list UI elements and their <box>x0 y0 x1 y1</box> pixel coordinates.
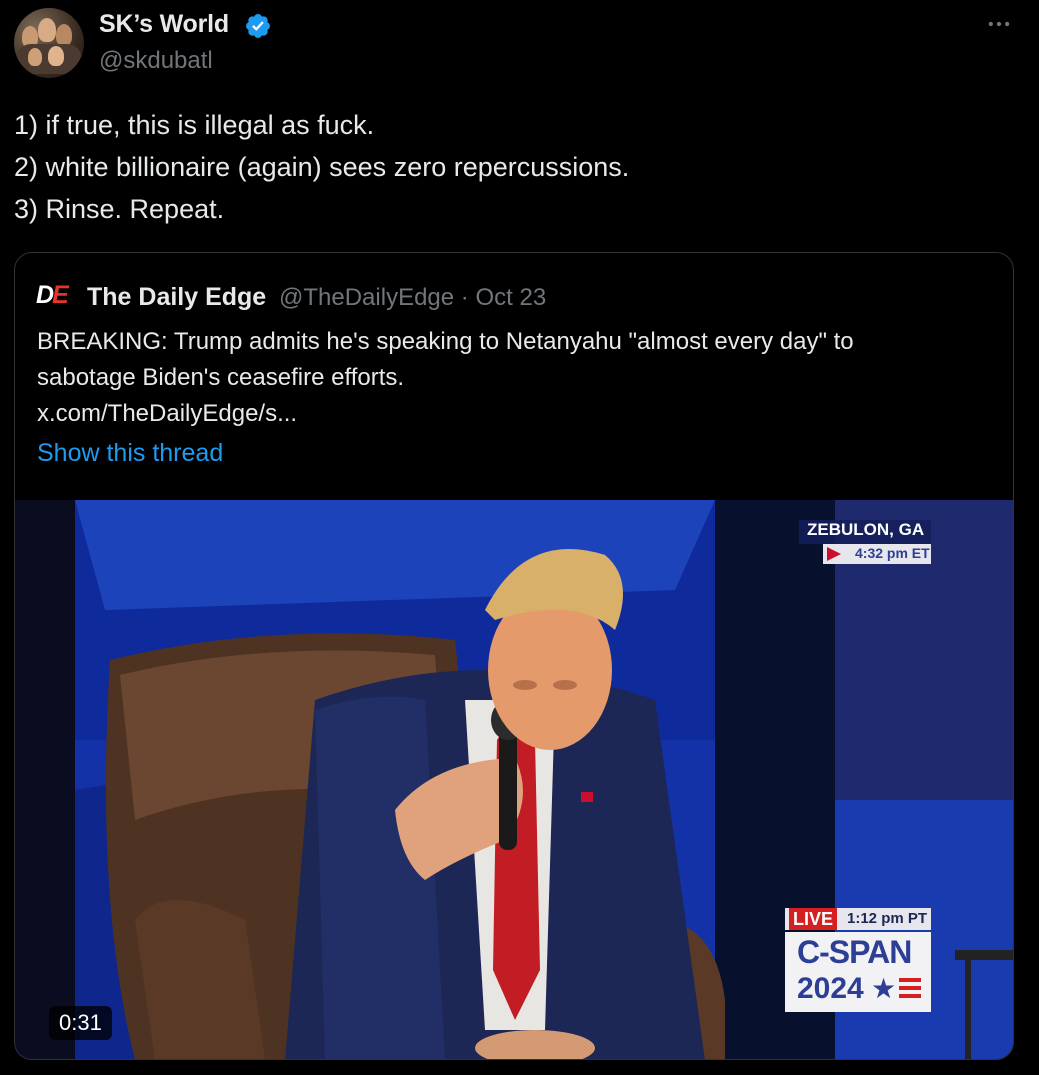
quoted-date[interactable]: Oct 23 <box>475 284 546 311</box>
quoted-meta: @TheDailyEdge · Oct 23 <box>279 284 546 312</box>
tweet-text: 1) if true, this is illegal as fuck. 2) … <box>14 104 1014 230</box>
meta-separator: · <box>460 284 469 311</box>
quoted-line: BREAKING: Trump admits he's speaking to … <box>37 328 854 355</box>
author-handle[interactable]: @skdubatl <box>99 47 213 75</box>
location-time: 4:32 pm ET <box>855 545 930 561</box>
video-player[interactable]: ZEBULON, GA 4:32 pm ET LIVE 1:12 pm PT C… <box>15 500 1013 1059</box>
show-thread-link[interactable]: Show this thread <box>37 439 223 468</box>
avatar[interactable] <box>14 8 84 78</box>
tweet-line: 3) Rinse. Repeat. <box>14 194 225 224</box>
quoted-author-handle[interactable]: @TheDailyEdge <box>279 284 454 311</box>
tweet-line: 1) if true, this is illegal as fuck. <box>14 110 375 140</box>
video-duration: 0:31 <box>49 1006 112 1040</box>
live-label: LIVE <box>789 908 838 930</box>
live-time: 1:12 pm PT <box>847 910 928 927</box>
daily-edge-logo: DE <box>36 281 69 309</box>
quoted-author-name[interactable]: The Daily Edge <box>87 283 266 312</box>
star-icon: ★ <box>871 973 897 1004</box>
stripes-icon <box>899 978 921 1000</box>
cspan-network: C-SPAN <box>797 934 912 970</box>
location-text: ZEBULON, GA <box>807 520 925 539</box>
verified-badge-icon[interactable] <box>244 12 272 40</box>
quoted-text: BREAKING: Trump admits he's speaking to … <box>37 324 997 432</box>
quoted-line: sabotage Biden's ceasefire efforts. <box>37 364 405 391</box>
cspan-year: 2024 <box>797 972 864 1005</box>
author-display-name[interactable]: SK’s World <box>99 10 229 39</box>
tweet-line: 2) white billionaire (again) sees zero r… <box>14 152 630 182</box>
quoted-tweet[interactable]: DE The Daily Edge @TheDailyEdge · Oct 23… <box>14 252 1014 1060</box>
quoted-link[interactable]: x.com/TheDailyEdge/s... <box>37 396 997 432</box>
location-arrow-icon <box>827 547 841 561</box>
more-options-icon[interactable] <box>985 10 1013 38</box>
